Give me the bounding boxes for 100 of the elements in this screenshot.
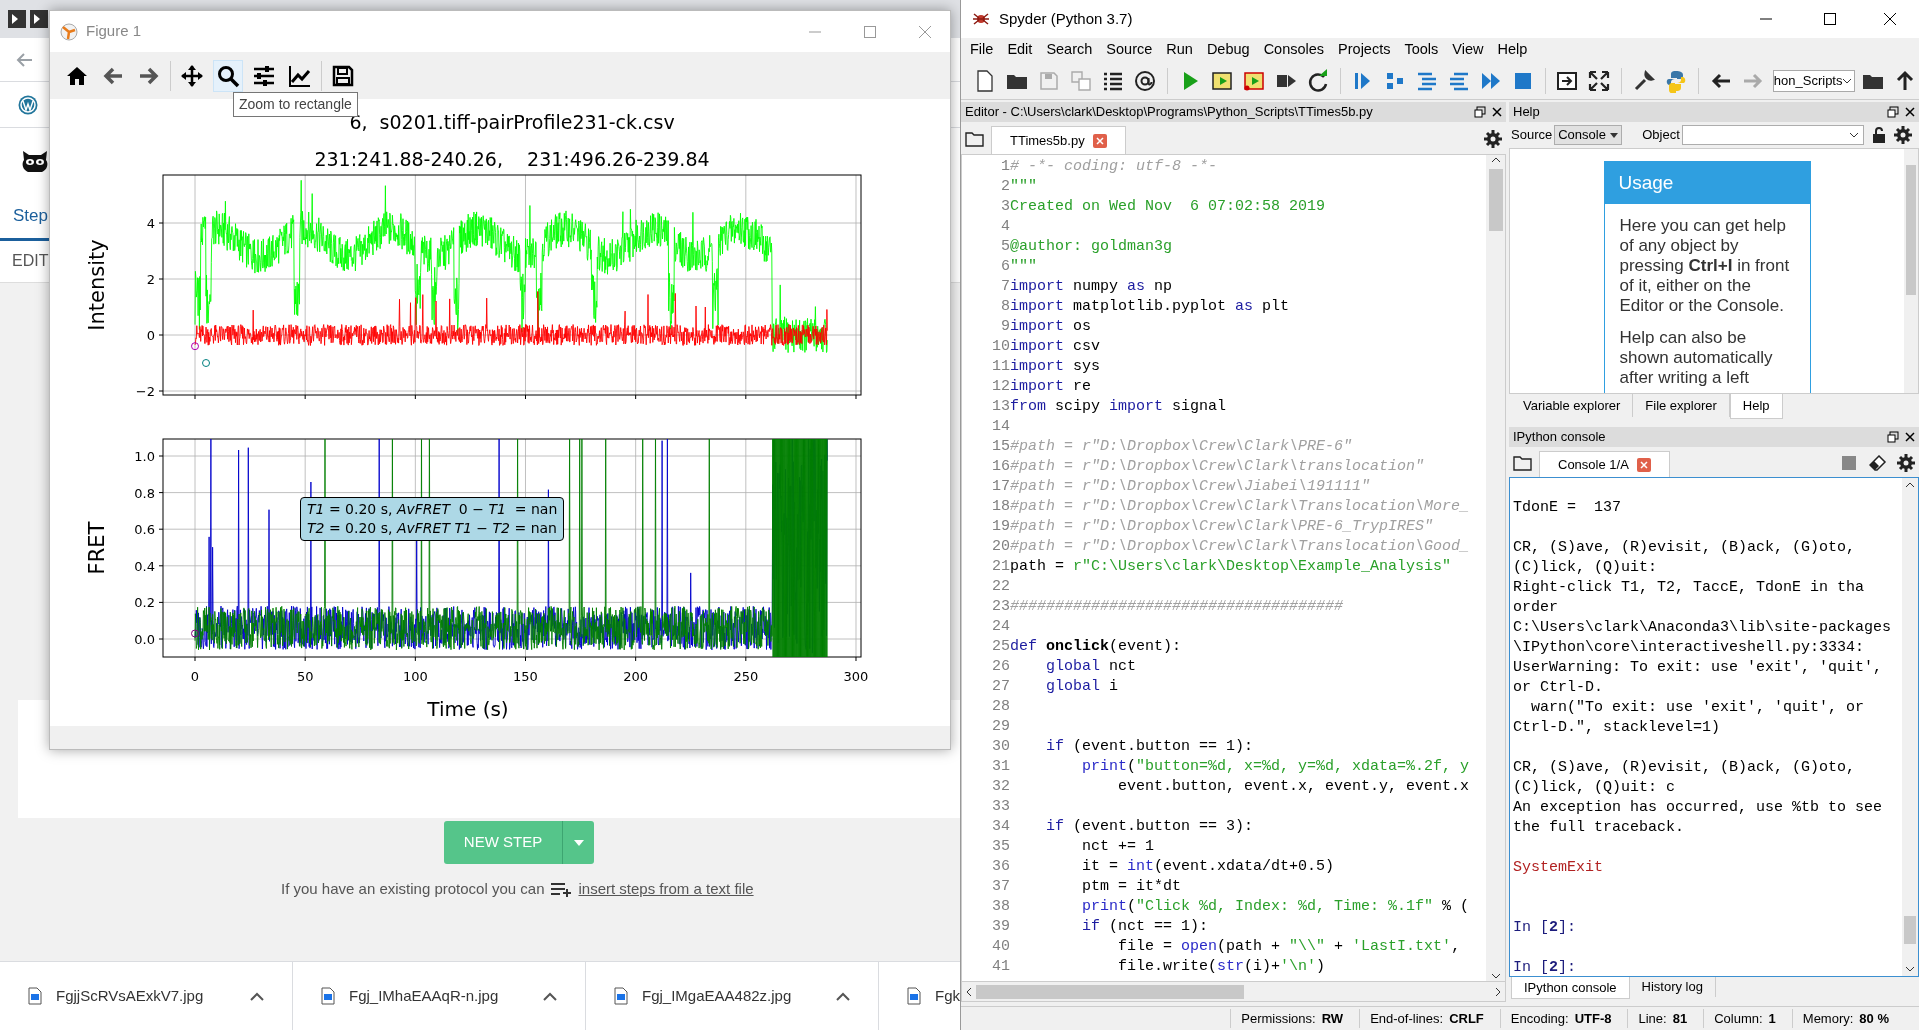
code-line: if (event.button == 1): [1045, 736, 1254, 757]
pane-tab[interactable]: File explorer [1633, 394, 1730, 417]
move-arrows-icon [180, 63, 204, 88]
lock-icon[interactable] [1871, 127, 1886, 143]
code-line: import csv [1010, 336, 1101, 357]
undock-icon[interactable] [1474, 106, 1486, 118]
undock-icon[interactable] [1887, 431, 1899, 443]
download-name[interactable]: Fgj_IMhaEAAqR-n.jpg [349, 984, 529, 1008]
menu-item[interactable]: Edit [1000, 39, 1040, 61]
menu-item[interactable]: File [963, 39, 1001, 61]
axis-label: Intensity [85, 239, 109, 331]
close-icon[interactable] [1905, 107, 1915, 117]
code-line: ##################################### [1010, 596, 1344, 617]
console-line: UserWarning: To exit: use 'exit', 'quit', [1513, 658, 1884, 678]
menu-item[interactable]: Source [1099, 39, 1160, 61]
file-icon[interactable] [614, 987, 628, 1005]
editor-tab[interactable]: TTimes5b.py [991, 126, 1126, 154]
download-name[interactable]: FgjjScRVsAExkV7.jpg [56, 984, 236, 1008]
menu-item[interactable]: View [1445, 39, 1491, 61]
pane-title: IPython console [1513, 428, 1607, 447]
code-line: ptm = it*dt [1081, 876, 1182, 897]
spider-icon [973, 11, 989, 27]
settings-icon[interactable] [1484, 130, 1502, 148]
code-line: #path = r"D:\Dropbox\Crew\Clark\PRE-6_TrypIRES" [1010, 516, 1434, 537]
code-line: file.write(str(i)+'\n') [1117, 956, 1326, 977]
file-icon[interactable] [321, 987, 335, 1005]
file-icon[interactable] [28, 987, 42, 1005]
close-icon[interactable] [1883, 12, 1897, 26]
pane-tab[interactable]: History log [1629, 977, 1716, 997]
menu-item[interactable]: Tools [1397, 39, 1446, 61]
line-number: 23 [991, 596, 1010, 617]
caret-icon [1848, 132, 1859, 138]
console-line: SystemExit [1513, 858, 1604, 878]
caret-up-icon[interactable] [250, 991, 264, 1001]
path-dropdown[interactable]: hon_Scripts [1772, 69, 1855, 92]
magnifier-button[interactable] [213, 59, 243, 92]
menu-item[interactable]: Run [1159, 39, 1200, 61]
tick-label: 4 [146, 216, 155, 231]
folder-icon[interactable] [1513, 454, 1533, 472]
close-icon[interactable] [1905, 432, 1915, 442]
close-icon[interactable] [1492, 107, 1502, 117]
chevron-icon[interactable] [8, 10, 26, 28]
caret-down-icon [1490, 973, 1501, 979]
import-link[interactable]: insert steps from a text file [578, 877, 754, 901]
sliders-icon [252, 63, 276, 88]
edit-label: EDIT [12, 251, 49, 271]
line-number: 19 [991, 516, 1010, 537]
console-line: CR, (S)ave, (R)evisit, (B)ack, (G)oto, [1513, 538, 1857, 558]
scrollbar[interactable] [961, 982, 1506, 1002]
folder-icon[interactable] [965, 130, 985, 148]
pane-tab[interactable]: Help [1729, 394, 1783, 419]
scrollbar-thumb[interactable] [1906, 165, 1916, 295]
console-prompt: In [2]: [1513, 918, 1578, 938]
eraser-icon[interactable] [1869, 455, 1887, 471]
menu-item[interactable]: Help [1490, 39, 1535, 61]
menu-item[interactable]: Projects [1331, 39, 1398, 61]
usage-text: Help can also be shown automatically after writing a left [1619, 328, 1774, 388]
tick-label: 200 [623, 669, 649, 684]
fullscreen-icon[interactable] [1587, 68, 1612, 93]
import-hint: If you have an existing protocol you can [281, 878, 545, 899]
scrollbar-thumb[interactable] [1904, 916, 1916, 944]
usage-title: Usage [1604, 162, 1810, 204]
tick-label: 0 [190, 669, 200, 684]
wordpress-icon[interactable] [18, 94, 38, 115]
wrench-icon[interactable] [1632, 68, 1657, 93]
settings-icon[interactable] [1897, 454, 1915, 472]
console-tab[interactable]: Console 1/A [1539, 451, 1670, 477]
download-name[interactable]: Fgk [935, 984, 961, 1008]
scrollbar[interactable] [1904, 149, 1918, 393]
status-value: 80 % [1859, 1009, 1889, 1028]
maximize-icon[interactable] [1823, 12, 1837, 26]
caret-up-icon[interactable] [836, 991, 850, 1001]
at-sign-icon[interactable] [1133, 68, 1157, 93]
settings-icon[interactable] [1893, 126, 1912, 144]
code-line: #path = r"D:\Dropbox\Crew\Jiabei\191111" [1010, 476, 1371, 497]
axis-label: FRET [85, 521, 109, 575]
source-dropdown[interactable]: Console [1554, 125, 1623, 145]
pane-tab[interactable]: Variable explorer [1511, 394, 1634, 417]
file-icon[interactable] [907, 987, 921, 1005]
menu-item[interactable]: Consoles [1256, 39, 1332, 61]
scrollbar[interactable] [1902, 478, 1918, 976]
caret-up-icon[interactable] [543, 991, 557, 1001]
caret-up-icon [1490, 157, 1501, 163]
code-line: print("button=%d, x=%d, y=%d, xdata=%.2f, y [1081, 756, 1470, 777]
tick-label: 150 [513, 669, 538, 684]
scrollbar[interactable] [1486, 155, 1505, 981]
caret-icon [1610, 132, 1619, 138]
scrollbar-thumb[interactable] [1488, 169, 1503, 231]
menu-item[interactable]: Search [1039, 39, 1100, 61]
pane-tab[interactable]: IPython console [1511, 977, 1630, 999]
line-number: 12 [991, 376, 1010, 397]
code-line: if (nct == 1): [1081, 916, 1209, 937]
download-name[interactable]: Fgj_IMgaEAA482z.jpg [642, 984, 822, 1008]
chevron-icon[interactable] [30, 10, 48, 28]
console-line: (C)lick, (Q)uit: [1513, 558, 1659, 578]
stop-icon[interactable] [1841, 455, 1857, 471]
undock-icon[interactable] [1887, 106, 1899, 118]
scrollbar-thumb[interactable] [976, 984, 1244, 999]
object-field[interactable] [1681, 125, 1864, 145]
menu-item[interactable]: Debug [1199, 39, 1257, 61]
